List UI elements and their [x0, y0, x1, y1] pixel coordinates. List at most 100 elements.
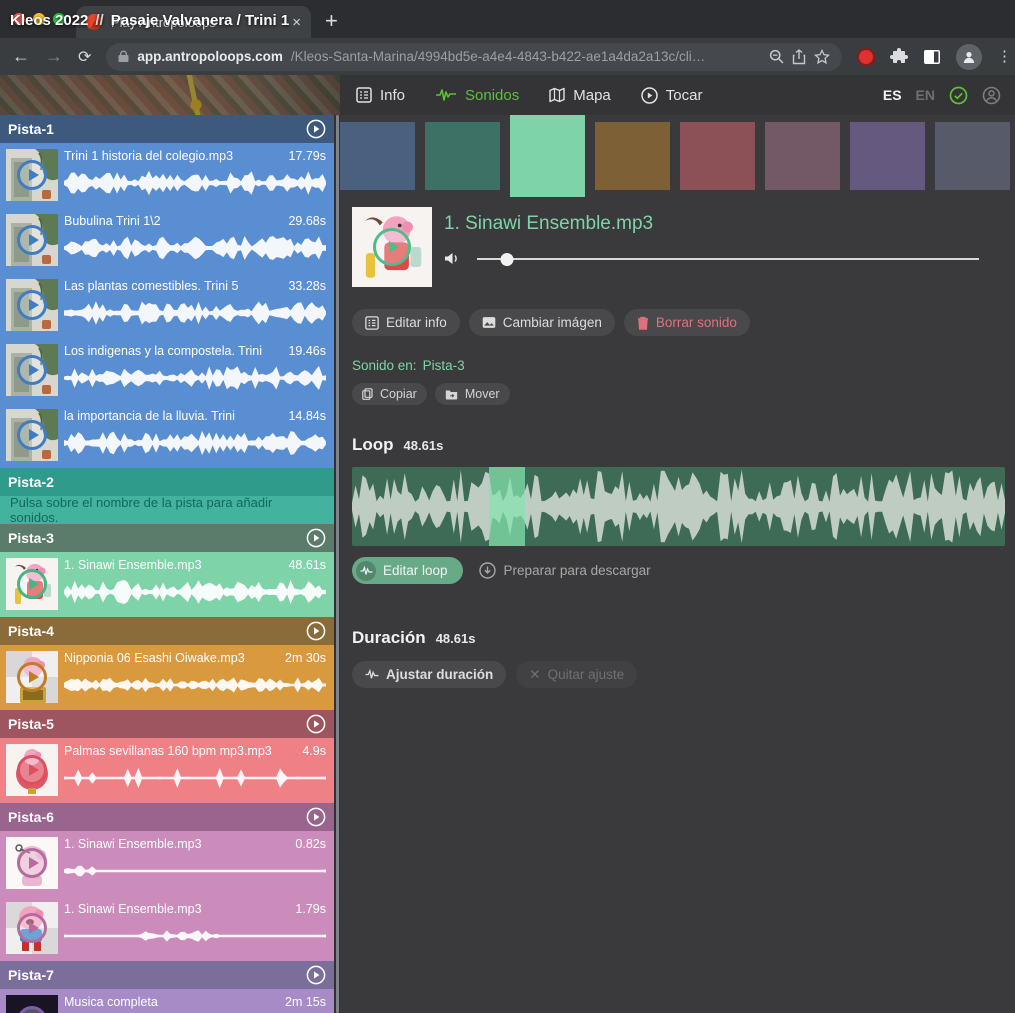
move-button[interactable]: Mover: [435, 383, 510, 405]
account-icon[interactable]: [982, 86, 1001, 105]
track-swatch-3[interactable]: [510, 115, 585, 197]
track-swatch-1[interactable]: [340, 122, 415, 190]
clip-pista-6-1[interactable]: 1. Sinawi Ensemble.mp30.82s: [0, 831, 334, 896]
volume-slider-thumb[interactable]: [501, 253, 514, 266]
change-image-button[interactable]: Cambiar imágen: [469, 309, 615, 336]
tab-mapa[interactable]: Mapa: [549, 87, 611, 104]
clip-pista-1-1[interactable]: Trini 1 historia del colegio.mp317.79s: [0, 143, 334, 208]
clip-pista-3-1[interactable]: 1. Sinawi Ensemble.mp348.61s: [0, 552, 334, 617]
track-swatch-6[interactable]: [765, 122, 840, 190]
appbar-right: ES EN: [883, 75, 1015, 115]
track-play-button[interactable]: [306, 119, 326, 139]
track-swatch-5[interactable]: [680, 122, 755, 190]
clip-pista-1-4[interactable]: Los indigenas y la compostela. Trini19.4…: [0, 338, 334, 403]
clip-thumbnail[interactable]: [6, 149, 58, 201]
lang-en[interactable]: EN: [916, 87, 935, 103]
new-tab-button[interactable]: +: [325, 7, 338, 35]
clip-pista-5-1[interactable]: Palmas sevillanas 160 bpm mp3.mp34.9s: [0, 738, 334, 803]
clip-play-icon[interactable]: [17, 755, 47, 785]
track-swatch-8[interactable]: [935, 122, 1010, 190]
copy-button[interactable]: Copiar: [352, 383, 427, 405]
track-swatch-7[interactable]: [850, 122, 925, 190]
clip-play-icon[interactable]: [17, 848, 47, 878]
breadcrumb-project[interactable]: Kleos 2022: [10, 12, 88, 29]
breadcrumb[interactable]: Kleos 2022 // Pasaje Valvanera / Trini 1: [10, 0, 289, 40]
tab-sonidos[interactable]: Sonidos: [435, 87, 519, 104]
clip-thumbnail[interactable]: [6, 995, 58, 1013]
clip-pista-1-5[interactable]: la importancia de la lluvia. Trini14.84s: [0, 403, 334, 468]
zoom-icon[interactable]: [769, 49, 784, 64]
address-bar[interactable]: app.antropoloops.com/Kleos-Santa-Marina/…: [106, 43, 842, 71]
track-swatch-4[interactable]: [595, 122, 670, 190]
track-play-button[interactable]: [306, 528, 326, 548]
clip-play-icon[interactable]: [17, 569, 47, 599]
clip-thumbnail[interactable]: [6, 651, 58, 703]
track-header-pista-1[interactable]: Pista-1: [0, 115, 334, 143]
track-play-button[interactable]: [306, 621, 326, 641]
tab-close-icon[interactable]: ×: [292, 14, 301, 31]
record-extension-icon[interactable]: [859, 50, 873, 64]
tab-tocar[interactable]: Tocar: [641, 87, 703, 104]
profile-avatar[interactable]: [956, 44, 982, 70]
clip-thumbnail[interactable]: [6, 279, 58, 331]
track-header-pista-7[interactable]: Pista-7: [0, 961, 334, 989]
clip-pista-7-1[interactable]: Musica completa2m 15s: [0, 989, 334, 1013]
trash-icon: [637, 316, 649, 330]
clip-pista-4-1[interactable]: Nipponia 06 Esashi Oiwake.mp32m 30s: [0, 645, 334, 710]
browser-menu-icon[interactable]: ⋮: [997, 54, 1003, 60]
clip-thumbnail[interactable]: [6, 744, 58, 796]
sound-in-track-link[interactable]: Pista-3: [423, 358, 465, 373]
clip-play-icon[interactable]: [17, 662, 47, 692]
clip-thumbnail[interactable]: [6, 409, 58, 461]
clip-play-icon[interactable]: [17, 225, 47, 255]
track-list: Pista-1Trini 1 historia del colegio.mp31…: [0, 115, 334, 1013]
breadcrumb-track[interactable]: Pasaje Valvanera / Trini 1: [111, 12, 289, 29]
track-header-pista-5[interactable]: Pista-5: [0, 710, 334, 738]
track-name: Pista-3: [8, 530, 54, 546]
delete-sound-button[interactable]: Borrar sonido: [624, 309, 750, 336]
track-play-button[interactable]: [306, 807, 326, 827]
adjust-duration-button[interactable]: Ajustar duración: [352, 661, 506, 688]
lang-es[interactable]: ES: [883, 87, 902, 103]
clip-play-icon[interactable]: [17, 355, 47, 385]
remove-adjust-button[interactable]: ✕ Quitar ajuste: [516, 661, 637, 688]
clip-thumbnail[interactable]: [6, 214, 58, 266]
clip-pista-1-2[interactable]: Bubulina Trini 1\229.68s: [0, 208, 334, 273]
sidebar-scrollbar[interactable]: [336, 115, 339, 1013]
edit-info-button[interactable]: Editar info: [352, 309, 460, 336]
clip-thumbnail[interactable]: [6, 837, 58, 889]
track-header-pista-6[interactable]: Pista-6: [0, 803, 334, 831]
volume-slider[interactable]: [477, 252, 979, 266]
track-play-button[interactable]: [306, 714, 326, 734]
clip-play-icon[interactable]: [17, 913, 47, 943]
side-panel-icon[interactable]: [923, 49, 941, 65]
back-button[interactable]: ←: [12, 46, 30, 67]
reload-button[interactable]: ⟳: [78, 47, 91, 67]
clip-play-icon[interactable]: [17, 160, 47, 190]
clip-thumbnail[interactable]: [6, 558, 58, 610]
clip-thumbnail[interactable]: [6, 902, 58, 954]
track-header-pista-3[interactable]: Pista-3: [0, 524, 334, 552]
track-play-button[interactable]: [306, 965, 326, 985]
sound-play-icon[interactable]: [373, 228, 411, 266]
clip-play-icon[interactable]: [17, 420, 47, 450]
clip-play-icon[interactable]: [17, 290, 47, 320]
clip-pista-6-2[interactable]: 1. Sinawi Ensemble.mp31.79s: [0, 896, 334, 961]
share-icon[interactable]: [792, 49, 806, 65]
clip-pista-1-3[interactable]: Las plantas comestibles. Trini 533.28s: [0, 273, 334, 338]
location-map-thumbnail[interactable]: [0, 75, 340, 115]
clip-thumbnail[interactable]: [6, 344, 58, 396]
extensions-puzzle-icon[interactable]: [890, 48, 908, 66]
loop-playhead-region[interactable]: [489, 467, 525, 546]
prepare-download-button[interactable]: Preparar para descargar: [479, 562, 651, 579]
bookmark-star-icon[interactable]: [814, 49, 830, 65]
sound-image[interactable]: [352, 207, 432, 287]
tab-info[interactable]: Info: [356, 87, 405, 104]
edit-loop-button[interactable]: Editar loop: [352, 557, 463, 584]
track-swatch-2[interactable]: [425, 122, 500, 190]
forward-button[interactable]: →: [45, 46, 63, 67]
loop-waveform[interactable]: [352, 467, 1005, 546]
track-header-pista-4[interactable]: Pista-4: [0, 617, 334, 645]
track-header-pista-2[interactable]: Pista-2: [0, 468, 334, 496]
clip-name: Bubulina Trini 1\2: [64, 214, 161, 228]
